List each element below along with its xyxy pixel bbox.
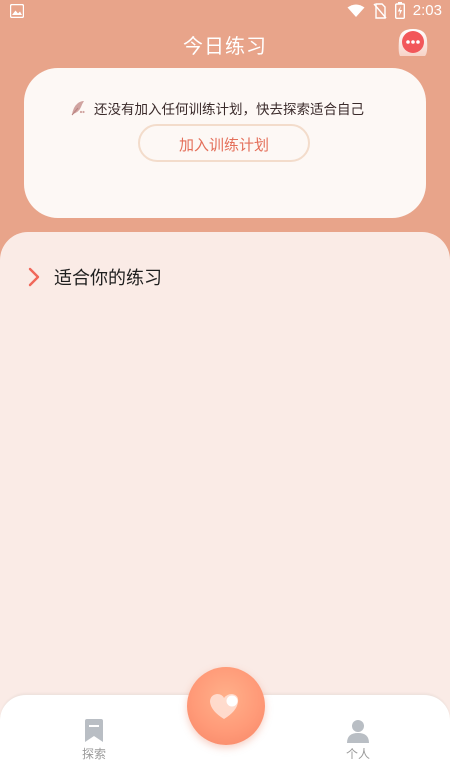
training-plan-card: 还没有加入任何训练计划，快去探索适合自己 加入训练计划 — [24, 68, 426, 218]
battery-charging-icon — [394, 2, 405, 19]
tab-profile-label: 个人 — [345, 747, 370, 761]
image-icon — [10, 4, 24, 18]
tab-explore-label: 探索 — [81, 747, 106, 761]
person-icon — [347, 720, 369, 743]
center-heart-button[interactable] — [187, 667, 265, 745]
chat-bubble-icon — [398, 29, 428, 56]
tab-explore[interactable]: 探索 — [64, 719, 124, 762]
chevron-right-icon — [28, 267, 40, 287]
section-title: 适合你的练习 — [54, 268, 162, 289]
tab-profile[interactable]: 个人 — [328, 719, 388, 762]
page-title: 今日练习 — [183, 34, 267, 58]
section-header[interactable]: 适合你的练习 — [28, 264, 162, 290]
wifi-icon — [347, 4, 365, 17]
heart-icon — [210, 694, 239, 719]
header: 今日练习 — [0, 30, 450, 62]
status-indicators: 2:03 — [347, 2, 442, 19]
no-sim-icon — [373, 2, 387, 19]
plan-hint: 还没有加入任何训练计划，快去探索适合自己 — [70, 98, 364, 118]
bookmark-icon — [85, 719, 103, 742]
join-training-plan-button[interactable]: 加入训练计划 — [138, 124, 310, 162]
chat-button[interactable] — [396, 26, 430, 60]
status-time: 2:03 — [412, 2, 442, 19]
feather-icon — [71, 101, 85, 116]
status-bar: 2:03 — [0, 0, 450, 24]
plan-hint-text: 还没有加入任何训练计划，快去探索适合自己 — [94, 102, 364, 118]
